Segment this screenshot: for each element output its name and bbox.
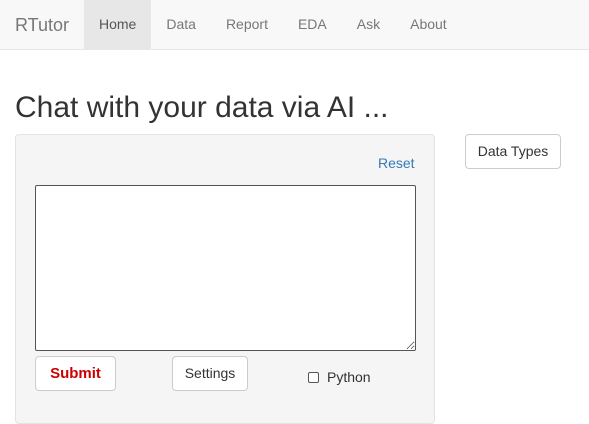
page-title: Chat with your data via AI ... [15, 91, 389, 124]
navbar: RTutor Home Data Report EDA Ask About [0, 0, 589, 50]
tab-data[interactable]: Data [151, 0, 211, 49]
tab-about[interactable]: About [395, 0, 462, 49]
submit-button[interactable]: Submit [35, 356, 116, 391]
prompt-input[interactable] [35, 185, 416, 351]
settings-button[interactable]: Settings [172, 356, 248, 391]
nav-tabs: Home Data Report EDA Ask About [84, 0, 462, 49]
data-types-button[interactable]: Data Types [465, 134, 561, 169]
chat-panel: Reset Submit Settings Python [15, 134, 435, 424]
brand-logo[interactable]: RTutor [15, 0, 69, 50]
tab-report[interactable]: Report [211, 0, 283, 49]
reset-link[interactable]: Reset [378, 155, 415, 171]
tab-ask[interactable]: Ask [342, 0, 395, 49]
checkbox-box[interactable] [308, 371, 319, 383]
tab-eda[interactable]: EDA [283, 0, 342, 49]
python-checkbox[interactable]: Python [308, 369, 371, 385]
tab-home[interactable]: Home [84, 0, 152, 49]
python-label: Python [327, 369, 371, 385]
